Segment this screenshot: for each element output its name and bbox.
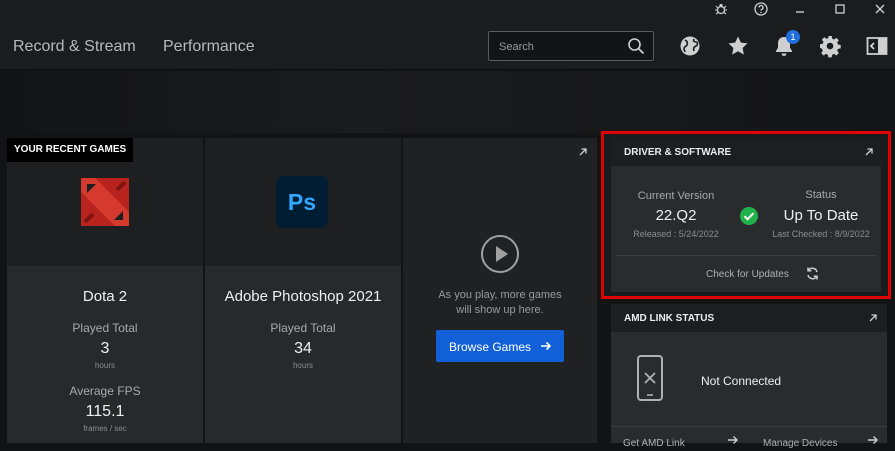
divider <box>611 426 887 427</box>
get-amd-link-button[interactable]: Get AMD Link <box>623 433 743 451</box>
manage-devices-label: Manage Devices <box>763 438 838 449</box>
game-title: Dota 2 <box>82 288 128 305</box>
played-total-unit: hours <box>94 361 115 370</box>
up-to-date-check-icon <box>740 207 758 225</box>
recent-games-title: YOUR RECENT GAMES <box>7 138 134 162</box>
star-icon[interactable] <box>726 34 750 58</box>
play-icon <box>481 235 519 273</box>
tab-record-stream[interactable]: Record & Stream <box>13 38 136 56</box>
title-bar <box>0 0 895 22</box>
search-input[interactable] <box>499 38 619 55</box>
minimize-icon[interactable] <box>789 2 811 20</box>
played-total-value: 34 <box>294 340 312 357</box>
status-value: Up To Date <box>783 207 859 224</box>
hero-banner <box>0 71 895 133</box>
dota-2-logo-icon <box>81 178 129 226</box>
top-navigation: Record & Stream Performance 1 <box>0 22 895 70</box>
last-checked-date: Last Checked : 8/9/2022 <box>772 229 870 239</box>
sidebar-panel-icon[interactable] <box>865 34 889 58</box>
more-games-hint: As you play, more games will show up her… <box>438 289 562 316</box>
check-for-updates-button[interactable]: Check for Updates <box>691 262 821 286</box>
driver-software-title: DRIVER & SOFTWARE <box>624 147 732 158</box>
browse-games-label: Browse Games <box>449 340 532 354</box>
photoshop-logo-text: Ps <box>287 189 317 215</box>
average-fps-unit: frames / sec <box>83 424 127 433</box>
globe-icon[interactable] <box>678 34 702 58</box>
search-icon[interactable] <box>627 37 645 55</box>
expand-icon[interactable] <box>577 146 589 158</box>
expand-icon[interactable] <box>863 146 875 158</box>
browse-games-button[interactable]: Browse Games <box>436 330 564 362</box>
search-box <box>488 31 654 61</box>
close-icon[interactable] <box>869 2 891 20</box>
arrow-right-icon <box>868 436 878 444</box>
connection-status: Not Connected <box>701 374 782 388</box>
maximize-icon[interactable] <box>829 2 851 20</box>
released-date: Released : 5/24/2022 <box>633 229 719 239</box>
refresh-icon <box>807 267 818 280</box>
manage-devices-button[interactable]: Manage Devices <box>763 433 883 451</box>
current-version-value: 22.Q2 <box>655 207 697 224</box>
played-total-value: 3 <box>100 340 110 357</box>
status-label: Status <box>805 189 837 201</box>
get-amd-link-label: Get AMD Link <box>623 438 685 449</box>
phone-disconnected-icon <box>637 355 663 401</box>
amd-link-status-panel: AMD LINK STATUS Not Connected Get AMD Li… <box>611 304 887 449</box>
tab-performance[interactable]: Performance <box>163 38 255 56</box>
settings-gear-icon[interactable] <box>818 34 842 58</box>
arrow-right-icon <box>728 436 738 444</box>
expand-icon[interactable] <box>867 312 879 324</box>
check-for-updates-label: Check for Updates <box>706 269 789 280</box>
played-total-unit: hours <box>292 361 313 370</box>
played-total-label: Played Total <box>270 321 336 335</box>
average-fps-label: Average FPS <box>69 384 141 398</box>
game-card-dota-2[interactable]: Dota 2 Played Total 3 hours Average FPS … <box>7 138 203 443</box>
notification-badge: 1 <box>786 30 800 44</box>
played-total-label: Played Total <box>72 321 138 335</box>
bug-report-icon[interactable] <box>710 2 732 20</box>
average-fps-value: 115.1 <box>85 403 125 420</box>
divider <box>616 255 876 256</box>
help-icon[interactable] <box>750 2 772 20</box>
photoshop-logo-icon: Ps <box>276 176 328 228</box>
driver-software-panel: DRIVER & SOFTWARE Current Version 22.Q2 … <box>601 131 891 299</box>
amd-link-status-title: AMD LINK STATUS <box>624 313 715 324</box>
game-card-photoshop[interactable]: Ps Adobe Photoshop 2021 Played Total 34 … <box>205 138 401 443</box>
current-version-label: Current Version <box>637 190 715 202</box>
game-title: Adobe Photoshop 2021 <box>224 288 382 305</box>
arrow-right-icon <box>541 341 552 351</box>
more-games-card: As you play, more games will show up her… <box>403 138 597 443</box>
